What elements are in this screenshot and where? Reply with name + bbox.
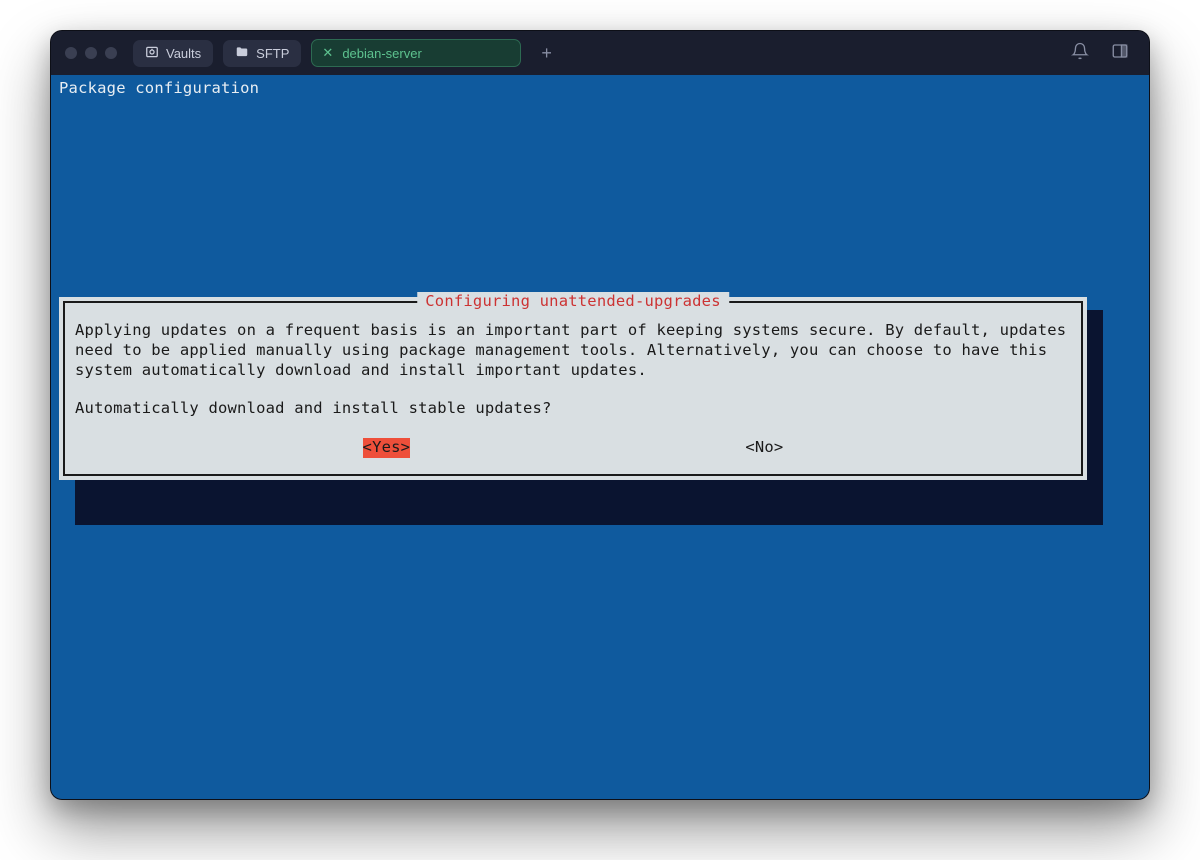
titlebar: Vaults SFTP ✕ debian-server +	[51, 31, 1149, 75]
tab-label: debian-server	[342, 46, 422, 61]
vault-icon	[145, 45, 159, 62]
new-tab-button[interactable]: +	[531, 39, 562, 68]
dialog-buttons: <Yes> <No>	[75, 438, 1071, 458]
vaults-label: Vaults	[166, 46, 201, 61]
zoom-window-button[interactable]	[105, 47, 117, 59]
dialog-body: Applying updates on a frequent basis is …	[75, 321, 1071, 458]
no-button[interactable]: <No>	[745, 438, 783, 458]
window-controls	[65, 47, 117, 59]
dialog-container: Configuring unattended-upgrades Applying…	[59, 297, 1087, 480]
screen-title: Package configuration	[57, 79, 1143, 99]
sidebar-icon	[1111, 42, 1129, 64]
sftp-button[interactable]: SFTP	[223, 40, 301, 67]
dialog-frame: Configuring unattended-upgrades Applying…	[63, 301, 1083, 476]
notifications-button[interactable]	[1065, 38, 1095, 68]
bell-icon	[1071, 42, 1089, 64]
active-tab[interactable]: ✕ debian-server	[311, 39, 521, 67]
folder-icon	[235, 45, 249, 62]
dialog-title: Configuring unattended-upgrades	[417, 292, 729, 312]
yes-button[interactable]: <Yes>	[363, 438, 411, 458]
sftp-label: SFTP	[256, 46, 289, 61]
dialog-question: Automatically download and install stabl…	[75, 399, 1071, 419]
app-window: Vaults SFTP ✕ debian-server +	[50, 30, 1150, 800]
terminal-viewport[interactable]: Package configuration Configuring unatte…	[51, 75, 1149, 799]
minimize-window-button[interactable]	[85, 47, 97, 59]
vaults-button[interactable]: Vaults	[133, 40, 213, 67]
close-tab-icon[interactable]: ✕	[322, 45, 333, 61]
dialog-description: Applying updates on a frequent basis is …	[75, 321, 1071, 380]
panel-toggle-button[interactable]	[1105, 38, 1135, 68]
close-window-button[interactable]	[65, 47, 77, 59]
